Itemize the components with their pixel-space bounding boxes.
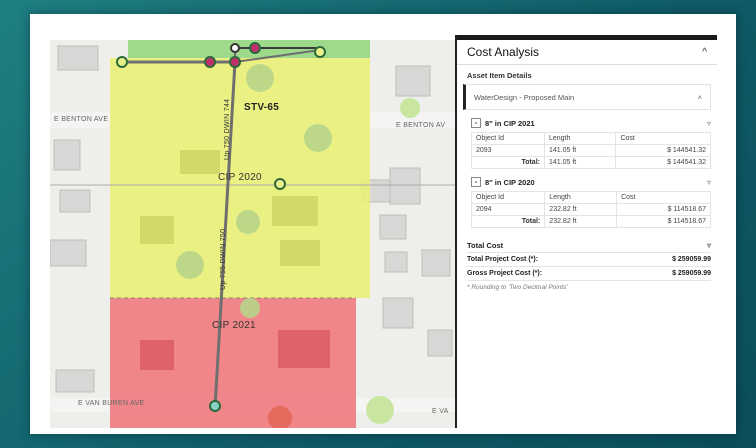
total-row: Total: 141.05 ft $ 144541.32 (471, 156, 711, 169)
building (389, 167, 421, 205)
valve-node[interactable] (204, 56, 216, 68)
building (55, 369, 95, 393)
hydrant-node[interactable] (274, 178, 286, 190)
tree (400, 98, 420, 118)
street-label: E VA (432, 408, 449, 415)
gross-project-cost-value: $ 259059.99 (672, 270, 711, 277)
column-header: Object Id (470, 191, 546, 204)
building (421, 249, 451, 277)
total-cost: $ 144541.32 (615, 156, 711, 169)
pipe-label: Up 755 DWIN 750 (220, 228, 227, 290)
building (278, 330, 330, 368)
hydrant-node[interactable] (314, 46, 326, 58)
cell: 2093 (471, 144, 545, 157)
cell: $ 144541.32 (615, 144, 711, 157)
zone-label-cip-2021: CIP 2021 (212, 320, 256, 331)
section-label: Asset Item Details (467, 71, 532, 80)
total-cost-heading: Total Cost (467, 240, 504, 250)
junction-node[interactable] (209, 400, 221, 412)
total-project-cost-label: Total Project Cost (*): (467, 256, 539, 263)
cost-group-cip-2020: - 8" in CIP 2020 ▿ Object Id Length Cost… (470, 175, 711, 228)
tree (240, 298, 260, 318)
street-label: E VAN BUREN AVE (78, 400, 145, 407)
building (382, 297, 414, 329)
building (140, 340, 174, 370)
total-length: 232.82 ft (544, 215, 618, 228)
tree (246, 64, 274, 92)
building (180, 150, 220, 174)
minus-icon[interactable]: - (471, 177, 481, 187)
cost-table: Object Id Length Cost 2093 141.05 ft $ 1… (471, 132, 711, 169)
asset-label: WaterDesign - Proposed Main (474, 92, 575, 102)
total-project-cost-value: $ 259059.99 (672, 256, 711, 263)
group-title[interactable]: - 8" in CIP 2021 (471, 118, 535, 128)
tree (176, 251, 204, 279)
valve-node[interactable] (249, 42, 261, 54)
screen-frame: E BENTON AVE E BENTON AV E VAN BUREN AVE… (30, 14, 736, 434)
building (140, 216, 174, 244)
building (427, 329, 453, 357)
cell: $ 114518.67 (616, 203, 711, 216)
building (395, 65, 431, 97)
tree (304, 124, 332, 152)
group-title-text: 8" in CIP 2021 (485, 118, 535, 128)
junction-node[interactable] (230, 43, 240, 53)
map-canvas[interactable] (50, 40, 455, 428)
tree (366, 396, 394, 424)
column-header: Length (544, 191, 618, 204)
building (384, 251, 408, 273)
tree (236, 210, 260, 234)
group-title-text: 8" in CIP 2020 (485, 177, 535, 187)
zone-label-stv: STV-65 (244, 102, 280, 113)
total-cost-section: Total Cost ▿ Total Project Cost (*): $ 2… (467, 238, 711, 291)
cell: 141.05 ft (543, 144, 617, 157)
minus-icon[interactable]: - (471, 118, 481, 128)
column-header: Cost (616, 191, 711, 204)
street-label: E BENTON AV (396, 122, 446, 129)
zone-label-cip-2020: CIP 2020 (218, 172, 262, 183)
cost-analysis-panel: Cost Analysis ^ Asset Item Details Water… (455, 35, 717, 428)
cost-table: Object Id Length Cost 2094 232.82 ft $ 1… (470, 191, 711, 228)
building (50, 239, 87, 267)
total-row: Total: 232.82 ft $ 114518.67 (470, 215, 711, 228)
building (280, 240, 320, 266)
rounding-note: * Rounding to 'Two Decimal Points' (467, 284, 568, 291)
pipe-label: Up 750 DWIN 744 (224, 98, 231, 160)
total-label: Total: (470, 215, 546, 228)
building (53, 139, 81, 171)
asset-row[interactable]: WaterDesign - Proposed Main ˄ (463, 84, 711, 110)
filter-icon[interactable]: ▿ (707, 119, 711, 128)
panel-title: Cost Analysis (467, 45, 540, 59)
filter-icon[interactable]: ▿ (707, 178, 711, 187)
gross-project-cost-label: Gross Project Cost (*): (467, 270, 543, 277)
gross-project-cost-row: Gross Project Cost (*): $ 259059.99 (467, 267, 711, 281)
building (59, 189, 91, 213)
table-row[interactable]: 2094 232.82 ft $ 114518.67 (470, 203, 711, 216)
group-title[interactable]: - 8" in CIP 2020 (471, 177, 535, 187)
map-view[interactable]: E BENTON AVE E BENTON AV E VAN BUREN AVE… (50, 40, 455, 428)
table-row[interactable]: 2093 141.05 ft $ 144541.32 (471, 144, 711, 157)
building (272, 196, 318, 226)
valve-node[interactable] (229, 56, 241, 68)
street-label: E BENTON AVE (54, 116, 109, 123)
chevron-up-icon[interactable]: ˄ (698, 93, 702, 102)
collapse-icon[interactable]: ^ (702, 47, 707, 58)
cell: 232.82 ft (544, 203, 618, 216)
total-length: 141.05 ft (543, 156, 617, 169)
building (379, 214, 407, 240)
cost-group-cip-2021: - 8" in CIP 2021 ▿ Object Id Length Cost… (471, 116, 711, 169)
column-header: Length (543, 132, 617, 145)
total-label: Total: (471, 156, 545, 169)
cell: 2094 (470, 203, 546, 216)
panel-header: Cost Analysis ^ (457, 40, 717, 65)
column-header: Object Id (471, 132, 545, 145)
hydrant-node[interactable] (116, 56, 128, 68)
building (57, 45, 99, 71)
total-cost: $ 114518.67 (616, 215, 711, 228)
filter-icon[interactable]: ▿ (707, 241, 711, 250)
total-project-cost-row: Total Project Cost (*): $ 259059.99 (467, 253, 711, 267)
column-header: Cost (615, 132, 711, 145)
